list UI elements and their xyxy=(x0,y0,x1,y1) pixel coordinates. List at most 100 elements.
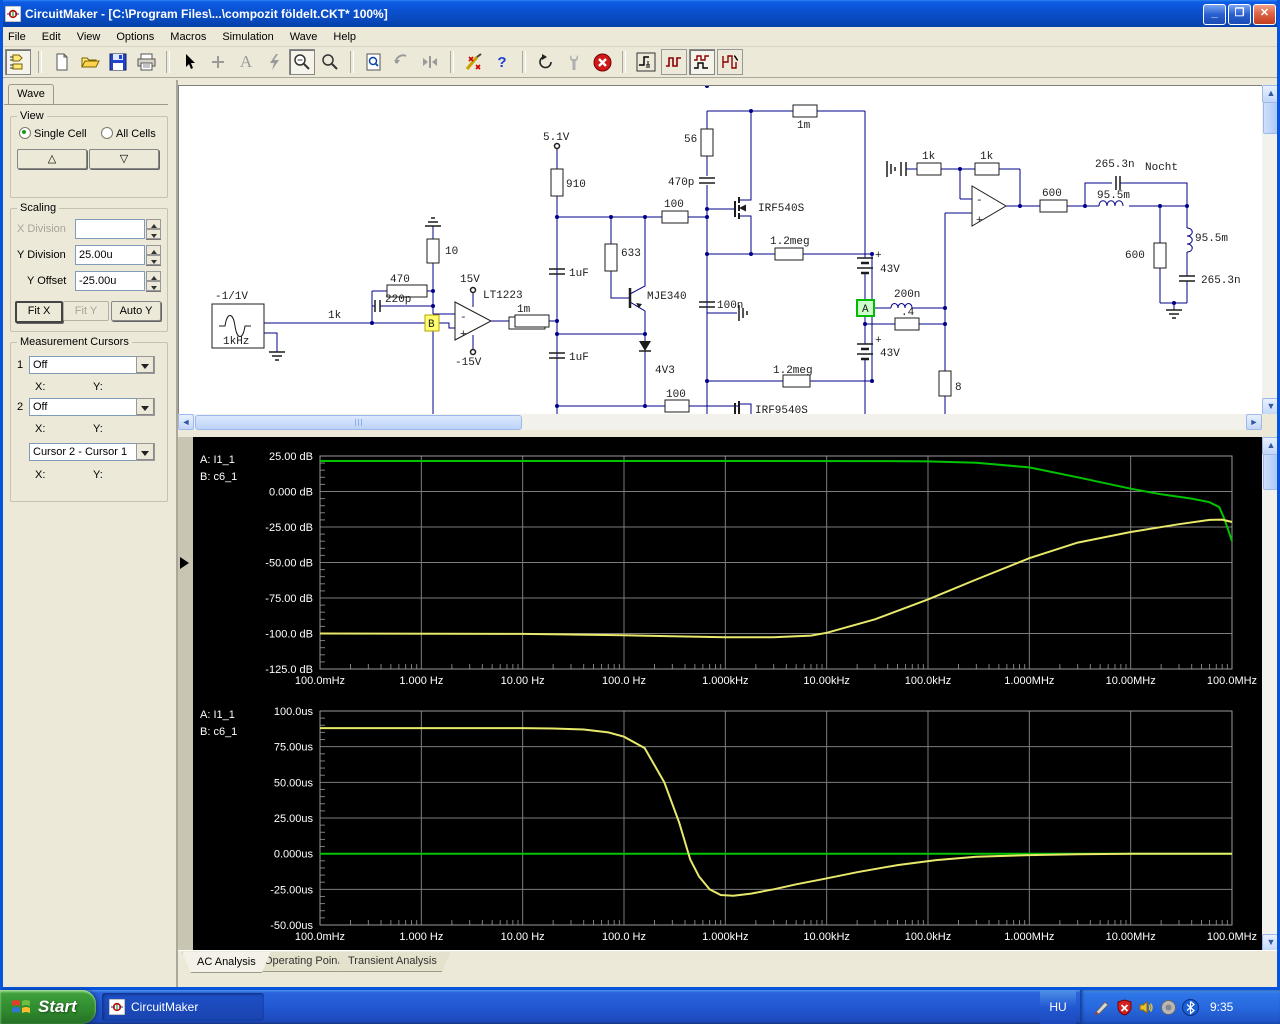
delete-tool-button[interactable] xyxy=(261,49,287,75)
menu-wave[interactable]: Wave xyxy=(282,29,326,45)
scope-probe-mode-button[interactable] xyxy=(633,49,659,75)
menu-view[interactable]: View xyxy=(69,29,109,45)
tab-wave[interactable]: Wave xyxy=(8,84,54,105)
cursor-diff-select[interactable]: Cursor 2 - Cursor 1 xyxy=(29,443,155,461)
scroll-thumb[interactable] xyxy=(1263,454,1279,490)
help-button[interactable]: ? xyxy=(489,49,515,75)
all-cells-radio[interactable]: All Cells xyxy=(101,127,156,140)
mixed-wave-mode-button[interactable] xyxy=(717,49,743,75)
cursor2-select[interactable]: Off xyxy=(29,398,155,416)
fit-x-button[interactable]: Fit X xyxy=(15,301,63,323)
digital-wave-mode-button[interactable] xyxy=(661,49,687,75)
schematic-vscrollbar[interactable]: ▲ ▼ xyxy=(1262,85,1280,416)
scroll-right-icon[interactable]: ► xyxy=(1246,414,1262,430)
y-division-input[interactable] xyxy=(75,245,145,265)
cursor2-y-label: Y: xyxy=(93,423,103,435)
stop-simulation-button[interactable] xyxy=(589,49,615,75)
x-division-spinner[interactable] xyxy=(146,219,161,239)
setup-tool-button[interactable] xyxy=(561,49,587,75)
cell-down-button[interactable]: ▽ xyxy=(89,149,159,169)
circuitmaker-window: CircuitMaker - [C:\Program Files\...\com… xyxy=(0,0,1280,1024)
waveform-panel: 25.00 dB 0.000 dB -25.00 dB -50.00 dB -75.00… xyxy=(178,437,1280,952)
split-view-button[interactable] xyxy=(417,49,443,75)
parts-browser-button[interactable] xyxy=(5,49,31,75)
menu-macros[interactable]: Macros xyxy=(162,29,214,45)
preview-button[interactable] xyxy=(361,49,387,75)
spin-down-icon[interactable] xyxy=(146,229,161,239)
y-offset-spinner[interactable] xyxy=(146,271,161,291)
x-division-input[interactable] xyxy=(75,219,145,239)
bluetooth-icon[interactable] xyxy=(1182,998,1199,1016)
chevron-down-icon[interactable] xyxy=(136,398,155,416)
radio-icon xyxy=(101,127,113,139)
language-indicator[interactable]: HU xyxy=(1040,990,1076,1024)
chevron-down-icon[interactable] xyxy=(136,356,155,374)
menu-help[interactable]: Help xyxy=(325,29,364,45)
open-file-button[interactable] xyxy=(77,49,103,75)
reset-simulation-button[interactable] xyxy=(533,49,559,75)
scroll-up-icon[interactable]: ▲ xyxy=(1262,85,1280,103)
svg-text:Nocht: Nocht xyxy=(1145,162,1178,174)
toolbar-separator xyxy=(166,51,170,73)
single-cell-radio[interactable]: Single Cell xyxy=(19,127,87,140)
start-button[interactable]: Start xyxy=(0,990,96,1024)
taskbar-item-circuitmaker[interactable]: CircuitMaker xyxy=(102,993,264,1021)
probe-tool-button[interactable] xyxy=(461,49,487,75)
text-tool-button[interactable]: A xyxy=(233,49,259,75)
spin-down-icon[interactable] xyxy=(146,255,161,265)
zoom-in-button[interactable] xyxy=(317,49,343,75)
rotate-button[interactable] xyxy=(389,49,415,75)
menu-simulation[interactable]: Simulation xyxy=(214,29,281,45)
waveform-vscrollbar[interactable]: ▲ ▼ xyxy=(1262,437,1280,952)
plot-area[interactable]: 25.00 dB 0.000 dB -25.00 dB -50.00 dB -75.00… xyxy=(193,437,1262,950)
zoom-tool-button[interactable] xyxy=(289,49,315,75)
schematic-labels: -1/1V 1kHz 1k 470 220p 10 15V -15V LT1223 1m 5.1V 9… xyxy=(215,120,1241,415)
y-division-spinner[interactable] xyxy=(146,245,161,265)
scroll-left-icon[interactable]: ◄ xyxy=(178,414,194,430)
spin-up-icon[interactable] xyxy=(146,245,161,255)
auto-y-button[interactable]: Auto Y xyxy=(111,301,161,321)
cursor-tool-button[interactable] xyxy=(177,49,203,75)
cursor1-select[interactable]: Off xyxy=(29,356,155,374)
tab-ac-analysis[interactable]: AC Analysis xyxy=(182,952,271,973)
cursor2-number: 2 xyxy=(17,401,24,413)
components xyxy=(211,104,1167,413)
menu-file[interactable]: File xyxy=(0,29,34,45)
close-button[interactable]: ✕ xyxy=(1253,4,1276,25)
svg-text:A: I1_1: A: I1_1 xyxy=(200,709,235,721)
fit-y-button[interactable]: Fit Y xyxy=(63,301,109,321)
taskbar-clock: 9:35 xyxy=(1210,1000,1234,1014)
save-file-button[interactable] xyxy=(105,49,131,75)
print-button[interactable] xyxy=(133,49,159,75)
analog-wave-mode-button[interactable] xyxy=(689,49,715,75)
spin-down-icon[interactable] xyxy=(146,281,161,291)
schematic-canvas[interactable]: -1/1V 1kHz 1k 470 220p 10 15V -15V LT1223 1m 5.1V 9… xyxy=(178,85,1263,415)
tablet-pen-icon[interactable] xyxy=(1094,999,1111,1016)
menu-options[interactable]: Options xyxy=(108,29,162,45)
tab-transient-analysis[interactable]: Transient Analysis xyxy=(334,952,451,972)
cell-up-button[interactable]: △ xyxy=(17,149,87,169)
spin-up-icon[interactable] xyxy=(146,271,161,281)
new-file-button[interactable] xyxy=(49,49,75,75)
minimize-button[interactable]: _ xyxy=(1203,4,1226,25)
y-offset-input[interactable] xyxy=(75,271,145,291)
spin-up-icon[interactable] xyxy=(146,219,161,229)
scroll-thumb[interactable] xyxy=(1263,102,1279,134)
title-bar[interactable]: CircuitMaker - [C:\Program Files\...\com… xyxy=(0,0,1280,27)
cursor-diff-value: Cursor 2 - Cursor 1 xyxy=(29,443,136,461)
maximize-button[interactable]: ❐ xyxy=(1228,4,1251,25)
scroll-up-icon[interactable]: ▲ xyxy=(1262,437,1280,455)
svg-text:10.00MHz: 10.00MHz xyxy=(1106,675,1156,687)
scroll-thumb[interactable] xyxy=(195,415,522,430)
circuitmaker-icon xyxy=(109,999,125,1015)
security-shield-icon[interactable] xyxy=(1116,998,1133,1016)
schematic-hscrollbar[interactable]: ◄ ► xyxy=(178,414,1262,430)
volume-icon[interactable] xyxy=(1138,999,1155,1016)
menu-edit[interactable]: Edit xyxy=(34,29,69,45)
chevron-down-icon[interactable] xyxy=(136,443,155,461)
device-icon[interactable] xyxy=(1160,999,1177,1016)
svg-text:-25.00 dB: -25.00 dB xyxy=(265,522,313,534)
wire-tool-button[interactable] xyxy=(205,49,231,75)
svg-text:265.3n: 265.3n xyxy=(1095,159,1135,171)
svg-text:10.00MHz: 10.00MHz xyxy=(1106,931,1156,943)
